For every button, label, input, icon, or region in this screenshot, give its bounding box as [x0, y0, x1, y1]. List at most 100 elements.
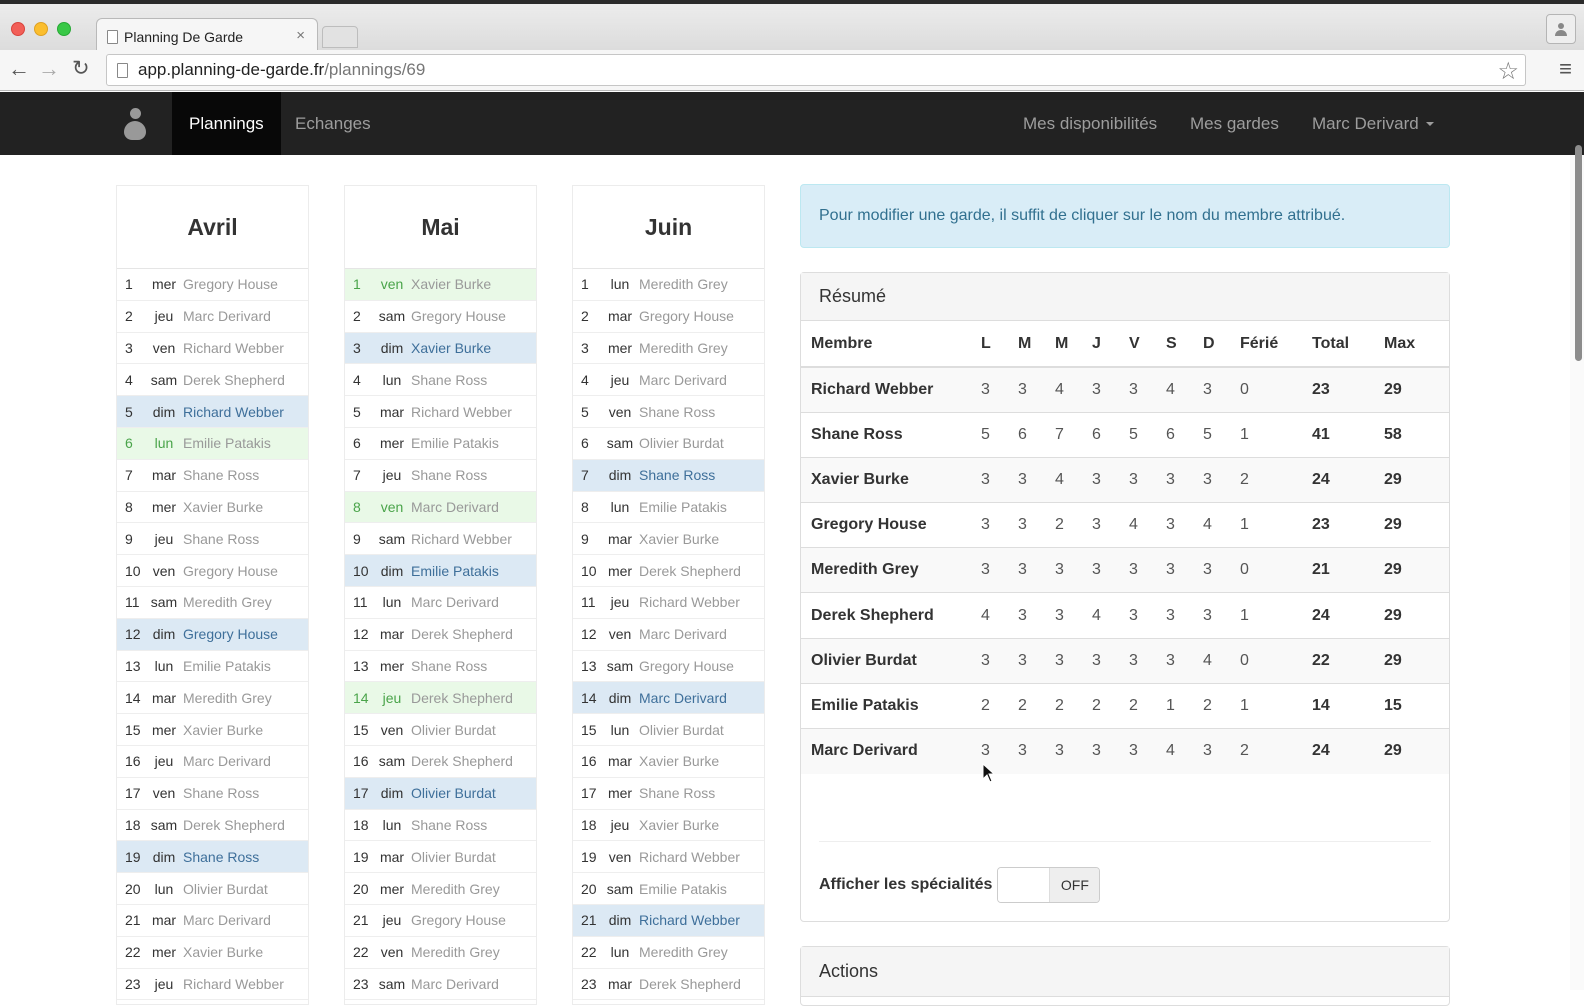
assigned-member-link[interactable]: Shane Ross [637, 785, 715, 801]
assigned-member-link[interactable]: Meredith Grey [409, 881, 500, 897]
nav-mes-disponibilites[interactable]: Mes disponibilités [1006, 92, 1174, 155]
nav-mes-gardes[interactable]: Mes gardes [1173, 92, 1296, 155]
assigned-member-link[interactable]: Emilie Patakis [409, 435, 499, 451]
assigned-member-link[interactable]: Gregory House [409, 912, 506, 928]
assigned-member-link[interactable]: Gregory House [181, 276, 278, 292]
assigned-member-link[interactable]: Richard Webber [409, 404, 512, 420]
assigned-member-link[interactable]: Gregory House [637, 308, 734, 324]
assigned-member-link[interactable]: Olivier Burdat [409, 722, 496, 738]
assigned-member-link[interactable]: Shane Ross [409, 817, 487, 833]
assigned-member-link[interactable]: Emilie Patakis [181, 658, 271, 674]
day-number: 20 [125, 880, 141, 897]
assigned-member-link[interactable]: Marc Derivard [409, 499, 499, 515]
assigned-member-link[interactable]: Marc Derivard [637, 690, 727, 706]
profile-icon[interactable] [1546, 14, 1576, 44]
total-cell: 14 [1302, 682, 1374, 729]
assigned-member-link[interactable]: Derek Shepherd [409, 753, 513, 769]
assigned-member-link[interactable]: Olivier Burdat [637, 435, 724, 451]
assigned-member-link[interactable]: Xavier Burke [181, 499, 263, 515]
specialities-toggle[interactable]: OFF [997, 867, 1101, 903]
assigned-member-link[interactable]: Marc Derivard [181, 308, 271, 324]
assigned-member-link[interactable]: Olivier Burdat [409, 849, 496, 865]
assigned-member-link[interactable]: Derek Shepherd [637, 563, 741, 579]
assigned-member-link[interactable]: Emilie Patakis [637, 499, 727, 515]
assigned-member-link[interactable]: Shane Ross [409, 467, 487, 483]
assigned-member-link[interactable]: Richard Webber [181, 404, 284, 420]
assigned-member-link[interactable]: Xavier Burke [637, 753, 719, 769]
assigned-member-link[interactable]: Meredith Grey [409, 944, 500, 960]
assigned-member-link[interactable]: Olivier Burdat [409, 785, 496, 801]
assigned-member-link[interactable]: Shane Ross [409, 658, 487, 674]
nav-echanges[interactable]: Echanges [278, 92, 388, 155]
assigned-member-link[interactable]: Shane Ross [409, 372, 487, 388]
assigned-member-link[interactable]: Xavier Burke [637, 817, 719, 833]
assigned-member-link[interactable]: Xavier Burke [181, 944, 263, 960]
assigned-member-link[interactable]: Xavier Burke [637, 531, 719, 547]
assigned-member-link[interactable]: Richard Webber [181, 340, 284, 356]
address-bar[interactable]: app.planning-de-garde.fr/plannings/69 ☆ [106, 54, 1526, 86]
assigned-member-link[interactable]: Richard Webber [409, 531, 512, 547]
new-tab-button[interactable] [322, 26, 358, 48]
assigned-member-link[interactable]: Shane Ross [181, 785, 259, 801]
count-cell: 3 [1008, 366, 1045, 413]
back-arrow-icon[interactable]: ← [8, 57, 30, 81]
minimize-window-button[interactable] [34, 22, 48, 36]
reload-icon[interactable]: ↻ [72, 57, 90, 81]
assigned-member-link[interactable]: Shane Ross [181, 531, 259, 547]
assigned-member-link[interactable]: Richard Webber [637, 912, 740, 928]
browser-tab[interactable]: Planning De Garde × [96, 18, 318, 54]
assigned-member-link[interactable]: Marc Derivard [181, 912, 271, 928]
forward-arrow-icon[interactable]: → [38, 57, 60, 81]
count-cell: 3 [1082, 502, 1119, 548]
assigned-member-link[interactable]: Marc Derivard [637, 372, 727, 388]
assigned-member-link[interactable]: Shane Ross [637, 467, 715, 483]
assigned-member-link[interactable]: Shane Ross [181, 467, 259, 483]
assigned-member-link[interactable]: Xavier Burke [181, 722, 263, 738]
assigned-member-link[interactable]: Meredith Grey [181, 594, 272, 610]
assigned-member-link[interactable]: Marc Derivard [181, 753, 271, 769]
assigned-member-link[interactable]: Shane Ross [637, 404, 715, 420]
assigned-member-link[interactable]: Derek Shepherd [181, 372, 285, 388]
count-cell: 3 [971, 502, 1008, 548]
assigned-member-link[interactable]: Marc Derivard [409, 594, 499, 610]
assigned-member-link[interactable]: Emilie Patakis [181, 435, 271, 451]
day-number: 19 [125, 848, 141, 865]
assigned-member-link[interactable]: Meredith Grey [181, 690, 272, 706]
assigned-member-link[interactable]: Derek Shepherd [409, 626, 513, 642]
day-row: 3 dim Xavier Burke [345, 332, 536, 365]
day-row: 9 sam Richard Webber [345, 523, 536, 556]
assigned-member-link[interactable]: Richard Webber [637, 849, 740, 865]
nav-plannings[interactable]: Plannings [172, 92, 281, 155]
assigned-member-link[interactable]: Derek Shepherd [409, 690, 513, 706]
assigned-member-link[interactable]: Olivier Burdat [181, 881, 268, 897]
scrollbar-thumb[interactable] [1575, 145, 1582, 361]
user-dropdown[interactable]: Marc Derivard [1295, 92, 1451, 155]
day-number: 18 [353, 816, 369, 833]
browser-menu-icon[interactable]: ≡ [1559, 58, 1572, 80]
assigned-member-link[interactable]: Olivier Burdat [637, 722, 724, 738]
assigned-member-link[interactable]: Meredith Grey [637, 944, 728, 960]
tab-close-icon[interactable]: × [296, 27, 305, 44]
page-icon [117, 62, 128, 78]
max-cell: 29 [1374, 637, 1449, 684]
assigned-member-link[interactable]: Emilie Patakis [409, 563, 499, 579]
maximize-window-button[interactable] [57, 22, 71, 36]
assigned-member-link[interactable]: Gregory House [409, 308, 506, 324]
brand-user-icon[interactable] [124, 108, 146, 140]
assigned-member-link[interactable]: Richard Webber [637, 594, 740, 610]
close-window-button[interactable] [11, 22, 25, 36]
assigned-member-link[interactable]: Emilie Patakis [637, 881, 727, 897]
assigned-member-link[interactable]: Marc Derivard [637, 626, 727, 642]
assigned-member-link[interactable]: Meredith Grey [637, 340, 728, 356]
assigned-member-link[interactable]: Derek Shepherd [181, 817, 285, 833]
assigned-member-link[interactable]: Gregory House [181, 626, 278, 642]
assigned-member-link[interactable]: Gregory House [181, 563, 278, 579]
day-number: 14 [125, 689, 141, 706]
assigned-member-link[interactable]: Gregory House [637, 658, 734, 674]
bookmark-star-icon[interactable]: ☆ [1497, 57, 1519, 86]
assigned-member-link[interactable]: Meredith Grey [637, 276, 728, 292]
assigned-member-link[interactable]: Xavier Burke [409, 340, 491, 356]
assigned-member-link[interactable]: Xavier Burke [409, 276, 491, 292]
assigned-member-link[interactable]: Shane Ross [181, 849, 259, 865]
toggle-knob[interactable] [998, 868, 1051, 902]
